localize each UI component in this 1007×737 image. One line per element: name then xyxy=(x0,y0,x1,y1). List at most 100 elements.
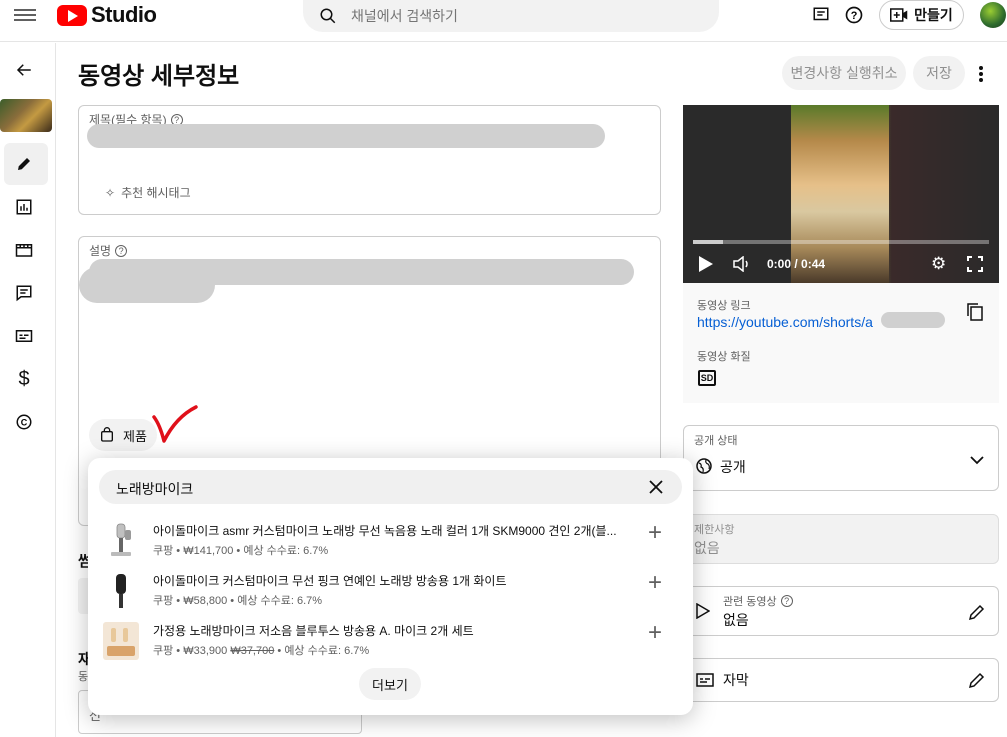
product-image-mic-black xyxy=(103,572,139,610)
product-meta: 쿠팡 • ₩58,800 • 예상 수수료: 6.7% xyxy=(153,595,323,607)
top-bar: Studio ? 만들기 xyxy=(0,0,1007,42)
sd-quality-badge: SD xyxy=(698,370,716,386)
feedback-icon[interactable] xyxy=(810,4,832,26)
create-video-icon xyxy=(890,8,908,22)
chevron-down-icon xyxy=(970,452,984,465)
help-icon[interactable]: ? xyxy=(843,4,865,26)
video-progress-bar[interactable] xyxy=(693,240,989,244)
product-list-item[interactable]: 아이돌마이크 asmr 커스텀마이크 노래방 무선 녹음용 노래 컬러 1개 S… xyxy=(88,518,693,568)
editor-icon[interactable] xyxy=(14,240,34,260)
settings-gear-icon[interactable]: ⚙ xyxy=(931,255,949,273)
logo-text: Studio xyxy=(91,2,157,27)
product-price: ₩33,900 xyxy=(183,645,228,657)
products-label: 제품 xyxy=(123,428,147,444)
product-search-query[interactable]: 노래방마이크 xyxy=(116,479,193,499)
more-vert-icon[interactable] xyxy=(977,64,985,84)
related-video-label: 관련 동영상 xyxy=(723,596,777,608)
product-image-mic-set xyxy=(103,622,139,660)
subtitles-label: 자막 xyxy=(723,672,749,688)
description-text-redacted-2 xyxy=(79,267,215,303)
product-commission: 예상 수수료: 6.7% xyxy=(243,545,329,557)
help-circle-icon[interactable]: ? xyxy=(780,595,793,607)
svg-text:?: ? xyxy=(851,10,858,22)
plus-icon[interactable]: + xyxy=(644,621,666,645)
title-field[interactable]: 제목(필수 항목) ? ✧ 추천 해시태그 xyxy=(78,105,661,215)
product-store: 쿠팡 xyxy=(153,545,174,557)
link-redacted xyxy=(881,312,945,328)
volume-icon[interactable] xyxy=(733,255,751,273)
video-preview[interactable]: 0:00 / 0:44 ⚙ xyxy=(683,105,999,283)
video-info-panel: 동영상 링크 https://youtube.com/shorts/a 동영상 … xyxy=(683,283,999,403)
subtitles-nav-icon[interactable] xyxy=(14,326,34,346)
copy-icon[interactable] xyxy=(967,303,983,321)
left-nav: $ C xyxy=(0,43,56,737)
restrictions-field: 제한사항 없음 xyxy=(683,514,999,564)
product-original-price: ₩37,700 xyxy=(230,645,275,657)
svg-text:C: C xyxy=(21,417,28,427)
page-title: 동영상 세부정보 xyxy=(78,63,240,90)
play-outline-icon xyxy=(696,602,711,620)
plus-icon[interactable]: + xyxy=(644,571,666,595)
product-price: ₩141,700 xyxy=(183,545,234,557)
play-icon[interactable] xyxy=(699,256,713,272)
plus-icon[interactable]: + xyxy=(644,521,666,545)
undo-changes-button[interactable]: 변경사항 실행취소 xyxy=(782,56,906,90)
search-input[interactable] xyxy=(351,8,651,24)
create-button[interactable]: 만들기 xyxy=(879,0,964,30)
related-video-field[interactable]: 관련 동영상 ? 없음 xyxy=(683,586,999,636)
visibility-select[interactable]: 공개 상태 공개 xyxy=(683,425,999,491)
product-meta: 쿠팡 • ₩141,700 • 예상 수수료: 6.7% xyxy=(153,545,329,557)
video-link-label: 동영상 링크 xyxy=(697,300,751,312)
edit-pencil-icon[interactable] xyxy=(968,603,986,621)
subtitles-icon xyxy=(696,672,714,688)
search-icon xyxy=(320,8,336,24)
restrictions-value: 없음 xyxy=(694,540,720,556)
close-icon[interactable] xyxy=(648,479,664,495)
video-progress-fill xyxy=(693,240,723,244)
related-video-label-wrap: 관련 동영상 ? xyxy=(723,593,793,609)
edit-pencil-icon[interactable] xyxy=(968,671,986,689)
product-list-item[interactable]: 아이돌마이크 커스텀마이크 무선 핑크 연예인 노래방 방송용 1개 화이트 쿠… xyxy=(88,568,693,618)
product-list-item[interactable]: 가정용 노래방마이크 저소음 블루투스 방송용 A. 마이크 2개 세트 쿠팡 … xyxy=(88,618,693,668)
restrictions-label: 제한사항 xyxy=(694,524,735,536)
subtitles-field[interactable]: 자막 xyxy=(683,658,999,702)
visibility-value: 공개 xyxy=(720,459,746,475)
products-button[interactable]: 제품 xyxy=(89,419,157,451)
comments-icon[interactable] xyxy=(14,283,34,303)
product-title: 가정용 노래방마이크 저소음 블루투스 방송용 A. 마이크 2개 세트 xyxy=(153,624,474,638)
product-price: ₩58,800 xyxy=(183,595,228,607)
product-store: 쿠팡 xyxy=(153,595,174,607)
show-more-button[interactable]: 더보기 xyxy=(359,668,421,700)
product-title: 아이돌마이크 커스텀마이크 무선 핑크 연예인 노래방 방송용 1개 화이트 xyxy=(153,574,507,588)
product-search-field[interactable]: 노래방마이크 xyxy=(99,470,682,504)
description-label-wrap: 설명 ? xyxy=(89,242,128,259)
video-time: 0:00 / 0:44 xyxy=(767,257,826,271)
analytics-icon[interactable] xyxy=(14,197,34,217)
monetization-icon[interactable]: $ xyxy=(14,368,34,390)
copyright-icon[interactable]: C xyxy=(14,412,34,432)
playlist-sub-partial: 동 xyxy=(78,671,89,683)
product-commission: 예상 수수료: 6.7% xyxy=(237,595,323,607)
shopping-bag-icon xyxy=(101,427,113,442)
hashtag-label: 추천 해시태그 xyxy=(121,186,191,200)
related-video-value: 없음 xyxy=(723,612,749,628)
back-arrow-icon[interactable] xyxy=(14,60,34,80)
product-commission: 예상 수수료: 6.7% xyxy=(284,645,370,657)
red-checkmark-annotation xyxy=(152,405,198,443)
save-button[interactable]: 저장 xyxy=(913,56,965,90)
channel-search[interactable] xyxy=(303,0,719,32)
globe-icon xyxy=(696,458,712,474)
menu-icon[interactable] xyxy=(14,6,36,22)
suggested-hashtags[interactable]: ✧ 추천 해시태그 xyxy=(105,184,191,201)
help-circle-icon[interactable]: ? xyxy=(115,244,128,257)
studio-logo[interactable]: Studio xyxy=(57,2,157,28)
pencil-icon[interactable] xyxy=(14,154,34,174)
video-link-url[interactable]: https://youtube.com/shorts/a xyxy=(697,314,873,330)
video-thumbnail-small[interactable] xyxy=(0,99,52,132)
product-meta: 쿠팡 • ₩33,900 ₩37,700 • 예상 수수료: 6.7% xyxy=(153,645,370,657)
youtube-logo-icon xyxy=(57,4,87,26)
fullscreen-icon[interactable] xyxy=(967,256,983,272)
visibility-label: 공개 상태 xyxy=(694,435,738,447)
avatar[interactable] xyxy=(980,2,1006,28)
product-title: 아이돌마이크 asmr 커스텀마이크 노래방 무선 녹음용 노래 컬러 1개 S… xyxy=(153,524,617,538)
